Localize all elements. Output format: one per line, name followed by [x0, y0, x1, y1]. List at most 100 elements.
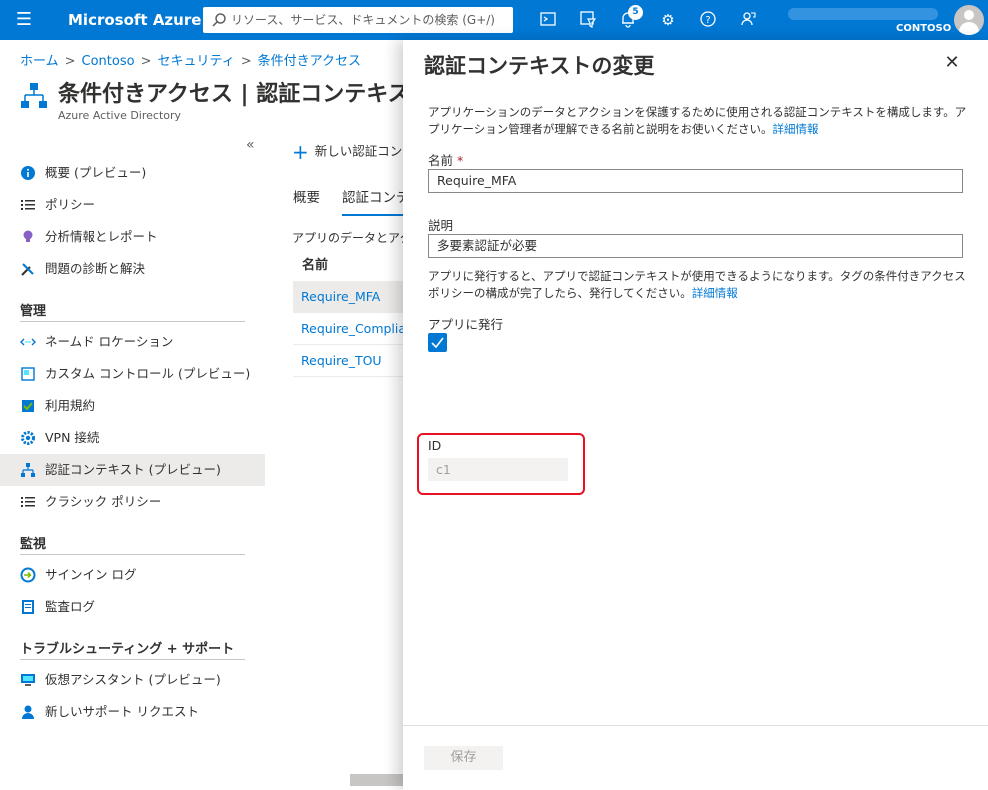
sidebar-item-label: 概要 (プレビュー) [45, 165, 147, 180]
id-label: ID [428, 438, 442, 453]
sidebar-item-label: 分析情報とレポート [45, 229, 158, 244]
support-icon [22, 705, 34, 719]
sidebar-item-insights[interactable]: 分析情報とレポート [0, 221, 265, 253]
info-icon [21, 166, 35, 180]
svg-text:?: ? [705, 15, 710, 26]
name-input[interactable]: Require_MFA [428, 169, 963, 193]
publish-label: アプリに発行 [428, 317, 504, 332]
publish-more-info-link[interactable]: 詳細情報 [692, 286, 738, 300]
sidebar-item-label: 利用規約 [45, 398, 96, 413]
search-box[interactable]: リソース、サービス、ドキュメントの検索 (G+/) [203, 7, 513, 33]
sidebar-item-overview[interactable]: 概要 (プレビュー) [0, 157, 265, 189]
section-manage: 管理 [20, 300, 245, 322]
auth-context-icon [21, 463, 35, 477]
wrench-icon [21, 263, 34, 276]
breadcrumb: ホーム > Contoso > セキュリティ > 条件付きアクセス [20, 50, 361, 69]
sidebar-item-policies[interactable]: ポリシー [0, 189, 265, 221]
sidebar-item-label: サインイン ログ [45, 567, 137, 582]
sidebar-item-classic-policies[interactable]: クラシック ポリシー [0, 486, 265, 518]
breadcrumb-contoso[interactable]: Contoso [82, 54, 135, 69]
sidebar-item-label: カスタム コントロール (プレビュー) [45, 366, 251, 381]
lightbulb-icon [23, 230, 33, 242]
breadcrumb-security[interactable]: セキュリティ [158, 54, 235, 69]
sidebar-item-named-locations[interactable]: ネームド ロケーション [0, 326, 265, 358]
sidebar-item-new-support-request[interactable]: 新しいサポート リクエスト [0, 696, 265, 728]
sidebar-item-label: VPN 接続 [45, 430, 100, 445]
checkmark-icon [431, 337, 444, 349]
chevron-right-icon: > [240, 54, 252, 69]
page-subtitle: Azure Active Directory [58, 109, 182, 122]
breadcrumb-home[interactable]: ホーム [20, 54, 59, 69]
sidebar-item-custom-controls[interactable]: カスタム コントロール (プレビュー) [0, 358, 265, 390]
audit-log-icon [22, 600, 34, 614]
id-input[interactable]: c1 [428, 458, 568, 481]
terms-icon [22, 400, 34, 412]
help-icon[interactable]: ? [698, 10, 718, 30]
sidebar-item-label: 監査ログ [45, 599, 96, 614]
publish-help: アプリに発行すると、アプリで認証コンテキストが使用できるようになります。タグの条… [428, 268, 968, 302]
table-row[interactable]: Require_Complian [293, 313, 414, 345]
tenant-name[interactable]: CONTOSO [896, 23, 951, 35]
sidebar-item-vpn[interactable]: VPN 接続 [0, 422, 265, 454]
sidebar-item-label: ネームド ロケーション [45, 334, 174, 349]
notification-badge[interactable]: 5 [628, 5, 643, 20]
breadcrumb-conditional-access[interactable]: 条件付きアクセス [258, 54, 361, 69]
sidebar-item-diagnose[interactable]: 問題の診断と解決 [0, 253, 265, 285]
table-row[interactable]: Require_TOU [293, 345, 408, 377]
sidebar-item-auth-context[interactable]: 認証コンテキスト (プレビュー) [0, 454, 265, 486]
conditional-access-icon [21, 83, 47, 108]
chevron-right-icon: > [64, 54, 76, 69]
brand-name[interactable]: Microsoft Azure [68, 10, 201, 30]
avatar[interactable] [954, 5, 984, 35]
chevron-right-icon: > [140, 54, 152, 69]
account-name-blurred[interactable] [788, 8, 938, 20]
hamburger-menu-icon[interactable]: ☰ [14, 10, 34, 30]
tab-auth-context[interactable]: 認証コンテ [342, 186, 410, 216]
sidebar-item-label: クラシック ポリシー [45, 494, 162, 509]
save-button[interactable]: 保存 [424, 746, 503, 770]
tab-overview[interactable]: 概要 [293, 186, 320, 214]
column-header-name[interactable]: 名前 [302, 254, 328, 273]
cloud-shell-icon[interactable] [538, 10, 558, 30]
section-monitoring: 監視 [20, 533, 245, 555]
sidebar-item-terms-of-use[interactable]: 利用規約 [0, 390, 265, 422]
more-info-link[interactable]: 詳細情報 [773, 122, 819, 136]
new-button-label: 新しい認証コンテ [314, 143, 415, 159]
top-bar: ☰ Microsoft Azure リソース、サービス、ドキュメントの検索 (G… [0, 0, 988, 40]
panel-description-text: アプリケーションのデータとアクションを保護するために使用される認証コンテキストを… [428, 105, 967, 136]
publish-checkbox[interactable] [428, 333, 447, 352]
collapse-menu-button[interactable]: « [246, 137, 255, 153]
horizontal-scrollbar[interactable] [350, 774, 410, 786]
sidebar-item-audit-logs[interactable]: 監査ログ [0, 591, 265, 623]
assistant-icon [21, 674, 35, 686]
plus-icon: + [292, 140, 309, 164]
directory-filter-icon[interactable] [578, 10, 598, 30]
search-placeholder[interactable]: リソース、サービス、ドキュメントの検索 (G+/) [231, 12, 495, 28]
sidebar-item-virtual-assistant[interactable]: 仮想アシスタント (プレビュー) [0, 664, 265, 696]
sidebar-item-label: 問題の診断と解決 [45, 261, 146, 276]
sidebar-item-label: ポリシー [45, 197, 96, 212]
close-icon[interactable]: ✕ [943, 54, 961, 72]
search-icon [212, 13, 226, 27]
list-icon [21, 497, 35, 507]
panel-title: 認証コンテキストの変更 [424, 54, 655, 78]
description-input[interactable]: 多要素認証が必要 [428, 234, 963, 258]
footer-divider [403, 725, 988, 726]
settings-gear-icon[interactable]: ⚙ [658, 10, 678, 30]
feedback-icon[interactable] [738, 10, 758, 30]
sidebar-item-signin-logs[interactable]: サインイン ログ [0, 559, 265, 591]
custom-control-icon [21, 367, 35, 381]
sidebar-item-label: 認証コンテキスト (プレビュー) [45, 462, 221, 477]
list-icon [21, 200, 35, 210]
gear-icon [21, 431, 35, 445]
page-title: 条件付きアクセス | 認証コンテキスト [58, 82, 432, 107]
edit-auth-context-panel: 認証コンテキストの変更 ✕ アプリケーションのデータとアクションを保護するために… [403, 40, 988, 790]
table-row[interactable]: Require_MFA [293, 281, 408, 313]
description-label: 説明 [428, 218, 454, 233]
required-mark: * [457, 153, 464, 168]
name-label: 名前 * [428, 150, 463, 169]
section-troubleshooting: トラブルシューティング + サポート [20, 638, 245, 660]
signin-log-icon [20, 567, 36, 583]
sidebar-item-label: 新しいサポート リクエスト [45, 704, 199, 719]
new-auth-context-button[interactable]: + 新しい認証コンテ [292, 140, 415, 164]
